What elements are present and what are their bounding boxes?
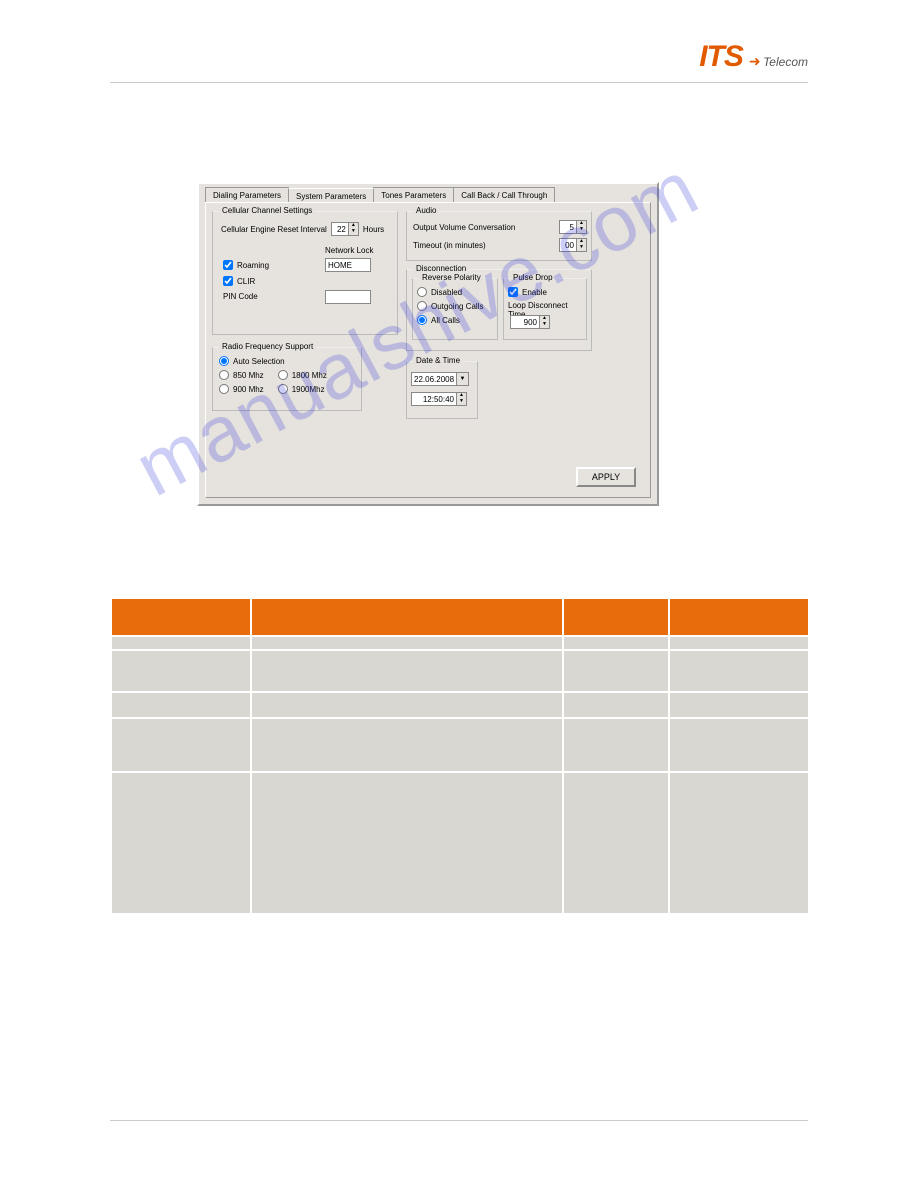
table-row bbox=[112, 637, 808, 649]
table-row bbox=[112, 719, 808, 771]
group-radio-frequency: Radio Frequency Support Auto Selection 8… bbox=[212, 347, 362, 411]
th-4 bbox=[670, 599, 808, 635]
label-network-lock: Network Lock bbox=[325, 246, 373, 255]
label-pin: PIN Code bbox=[223, 292, 258, 301]
table-row bbox=[112, 693, 808, 717]
clir-checkbox[interactable] bbox=[223, 276, 233, 286]
date-input[interactable] bbox=[411, 372, 457, 386]
spin-down-icon[interactable]: ▼ bbox=[349, 229, 358, 235]
tab-callback-callthrough[interactable]: Call Back / Call Through bbox=[453, 187, 555, 203]
checkbox-enable-pulse[interactable]: Enable bbox=[508, 287, 547, 297]
th-3 bbox=[564, 599, 668, 635]
logo-telecom: ➜ Telecom bbox=[749, 53, 808, 71]
time-input[interactable] bbox=[411, 392, 457, 406]
th-2 bbox=[252, 599, 562, 635]
table-row bbox=[112, 773, 808, 913]
th-1 bbox=[112, 599, 250, 635]
legend-audio: Audio bbox=[413, 206, 439, 215]
dropdown-icon[interactable]: ▼ bbox=[457, 372, 469, 386]
logo-arrow-icon: ➜ bbox=[749, 53, 761, 70]
radio-outgoing-calls[interactable]: Outgoing Calls bbox=[417, 301, 483, 311]
label-output-volume: Output Volume Conversation bbox=[413, 223, 515, 232]
radio-850mhz[interactable]: 850 Mhz bbox=[219, 370, 264, 380]
roaming-checkbox[interactable] bbox=[223, 260, 233, 270]
group-pulse-drop: Pulse Drop Enable Loop Disconnect Time ▲… bbox=[503, 278, 587, 340]
label-reset-interval: Cellular Engine Reset Interval bbox=[221, 225, 327, 234]
tab-tones-parameters[interactable]: Tones Parameters bbox=[373, 187, 454, 203]
spin-down-icon[interactable]: ▼ bbox=[577, 245, 586, 251]
loop-disconnect-stepper[interactable]: ▲▼ bbox=[510, 315, 550, 329]
legend-disconnection: Disconnection bbox=[413, 264, 469, 273]
label-roaming: Roaming bbox=[237, 261, 269, 270]
group-datetime: Date & Time ▼ ▲▼ bbox=[406, 361, 478, 419]
radio-all-calls[interactable]: All Calls bbox=[417, 315, 460, 325]
tab-panel: Cellular Channel Settings Cellular Engin… bbox=[205, 202, 651, 498]
page-header: ITS ➜ Telecom bbox=[110, 40, 808, 83]
spin-down-icon[interactable]: ▼ bbox=[540, 322, 549, 328]
time-stepper[interactable]: ▲▼ bbox=[411, 392, 467, 406]
legend-pulse: Pulse Drop bbox=[510, 273, 556, 282]
parameters-table bbox=[110, 597, 810, 915]
output-volume-input[interactable] bbox=[559, 220, 577, 234]
reset-interval-stepper[interactable]: ▲▼ bbox=[331, 222, 359, 236]
checkbox-clir[interactable]: CLIR bbox=[223, 276, 255, 286]
tabs-row: Dialing Parameters System Parameters Ton… bbox=[205, 187, 554, 203]
apply-button[interactable]: APPLY bbox=[576, 467, 636, 487]
logo: ITS ➜ Telecom bbox=[699, 40, 808, 74]
output-volume-stepper[interactable]: ▲▼ bbox=[559, 220, 587, 234]
group-reverse-polarity: Reverse Polarity Disabled Outgoing Calls… bbox=[412, 278, 498, 340]
loop-disconnect-input[interactable] bbox=[510, 315, 540, 329]
legend-reverse: Reverse Polarity bbox=[419, 273, 484, 282]
tab-dialing-parameters[interactable]: Dialing Parameters bbox=[205, 187, 289, 203]
spin-down-icon[interactable]: ▼ bbox=[457, 399, 466, 405]
timeout-input[interactable] bbox=[559, 238, 577, 252]
logo-its: ITS bbox=[699, 40, 743, 74]
group-cellular-channel: Cellular Channel Settings Cellular Engin… bbox=[212, 211, 398, 335]
checkbox-roaming[interactable]: Roaming bbox=[223, 260, 269, 270]
reset-interval-input[interactable] bbox=[331, 222, 349, 236]
legend-cellular: Cellular Channel Settings bbox=[219, 206, 315, 215]
legend-datetime: Date & Time bbox=[413, 356, 463, 365]
legend-radio: Radio Frequency Support bbox=[219, 342, 316, 351]
radio-1800mhz[interactable]: 1800 Mhz bbox=[278, 370, 327, 380]
radio-900mhz[interactable]: 900 Mhz bbox=[219, 384, 264, 394]
network-lock-input[interactable] bbox=[325, 258, 371, 272]
label-clir: CLIR bbox=[237, 277, 255, 286]
pin-code-input[interactable] bbox=[325, 290, 371, 304]
radio-auto-selection[interactable]: Auto Selection bbox=[219, 356, 285, 366]
radio-disabled[interactable]: Disabled bbox=[417, 287, 462, 297]
footer-divider bbox=[110, 1120, 808, 1121]
spin-down-icon[interactable]: ▼ bbox=[577, 227, 586, 233]
label-hours: Hours bbox=[363, 225, 384, 234]
label-timeout: Timeout (in minutes) bbox=[413, 241, 486, 250]
timeout-stepper[interactable]: ▲▼ bbox=[559, 238, 587, 252]
group-audio: Audio Output Volume Conversation ▲▼ Time… bbox=[406, 211, 592, 261]
group-disconnection: Disconnection Reverse Polarity Disabled … bbox=[406, 269, 592, 351]
table-row bbox=[112, 651, 808, 691]
system-parameters-dialog: Dialing Parameters System Parameters Ton… bbox=[197, 182, 659, 506]
radio-1900mhz[interactable]: 1900Mhz bbox=[278, 384, 325, 394]
table-header-row bbox=[112, 599, 808, 635]
